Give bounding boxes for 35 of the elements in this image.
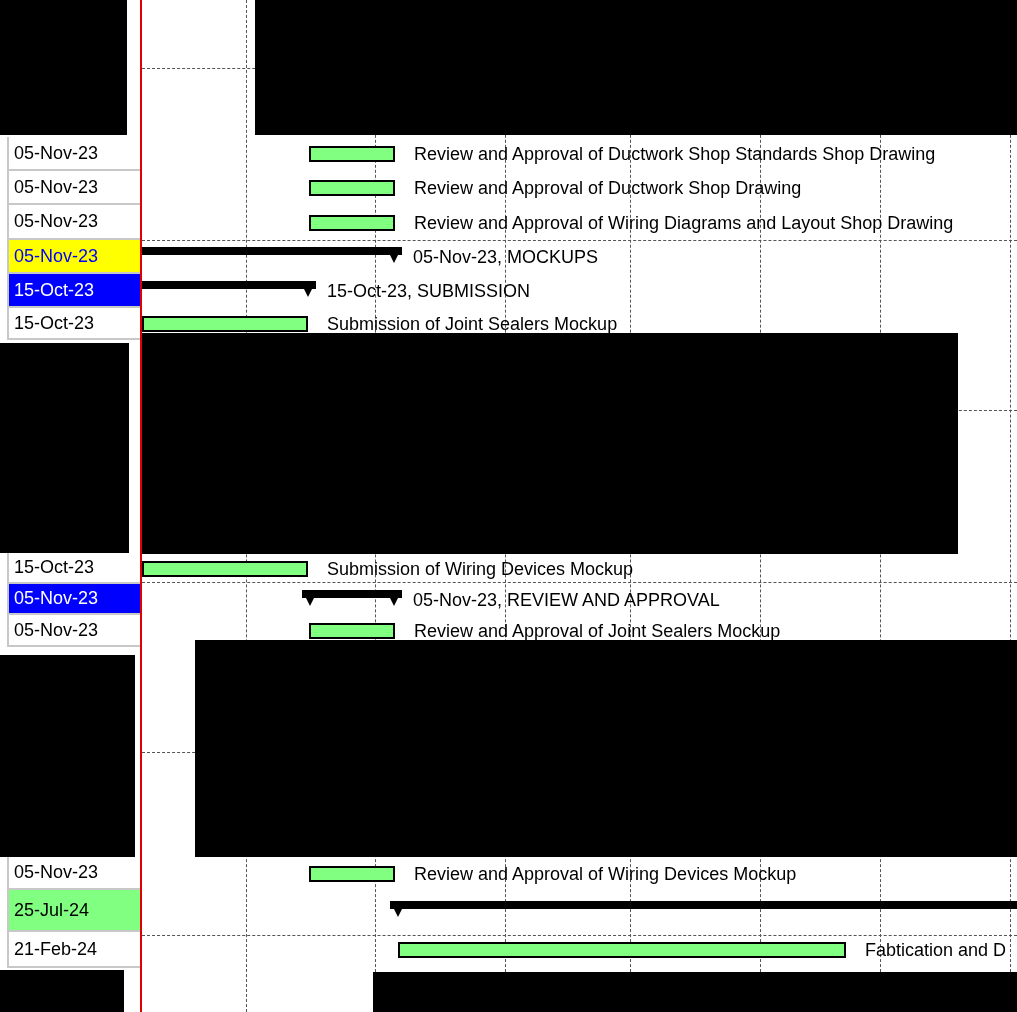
finish-date-cell: 05-Nov-23 xyxy=(7,615,140,647)
task-bar[interactable] xyxy=(142,560,308,577)
task-label: Submission of Joint Sealers Mockup xyxy=(327,313,618,335)
finish-date-cell: 05-Nov-23 xyxy=(7,171,140,205)
summary-bar[interactable] xyxy=(142,281,316,297)
task-bar[interactable] xyxy=(398,942,846,958)
summary-bar[interactable] xyxy=(390,901,1017,917)
finish-date-cell: 25-Jul-24 xyxy=(7,890,140,932)
task-bar[interactable] xyxy=(309,146,395,162)
finish-date-cell: 05-Nov-23 xyxy=(7,857,140,890)
task-label: 15-Oct-23, SUBMISSION xyxy=(327,280,531,302)
finish-date-cell: 15-Oct-23 xyxy=(7,274,140,308)
task-label: 05-Nov-23, MOCKUPS xyxy=(413,246,599,268)
task-bar[interactable] xyxy=(309,180,395,196)
finish-date-cell: 05-Nov-23 xyxy=(7,205,140,240)
task-label: Review and Approval of Wiring Diagrams and Layout Shop Drawing xyxy=(414,211,954,234)
task-label: 05-Nov-23, REVIEW AND APPROVAL xyxy=(413,588,720,611)
task-bar[interactable] xyxy=(309,623,395,639)
finish-date-cell: 05-Nov-23 xyxy=(7,584,140,615)
task-label: Fabtication and D xyxy=(865,939,1007,961)
task-bar[interactable] xyxy=(142,316,308,332)
task-label: Submission of Wiring Devices Mockup xyxy=(327,557,634,580)
task-label: Review and Approval of Ductwork Shop Standards Shop Drawing xyxy=(414,143,936,165)
finish-date-cell: 15-Oct-23 xyxy=(7,308,140,340)
task-bar[interactable] xyxy=(309,865,395,882)
finish-date-cell: 05-Nov-23 xyxy=(7,137,140,171)
task-label: Review and Approval of Joint Sealers Mockup xyxy=(414,620,781,642)
summary-bar[interactable] xyxy=(302,589,402,606)
task-label: Review and Approval of Wiring Devices Mockup xyxy=(414,862,797,885)
task-bar[interactable] xyxy=(309,214,395,231)
finish-date-cell: 21-Feb-24 xyxy=(7,932,140,968)
finish-date-cell: 15-Oct-23 xyxy=(7,553,140,584)
summary-bar[interactable] xyxy=(142,247,402,263)
task-label: Review and Approval of Ductwork Shop Drawing xyxy=(414,177,802,199)
finish-date-cell: 05-Nov-23 xyxy=(7,240,140,274)
